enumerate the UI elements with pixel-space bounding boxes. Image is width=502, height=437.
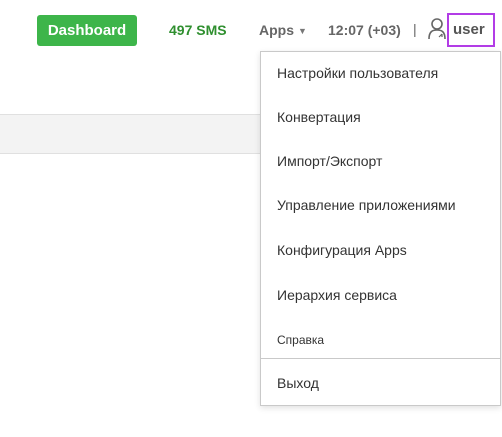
menu-item-import-export[interactable]: Импорт/Экспорт (261, 144, 500, 178)
menu-item-help[interactable]: Справка (261, 323, 500, 357)
apps-dropdown[interactable]: Apps ▼ (259, 22, 307, 38)
user-menu-button[interactable]: user (453, 21, 485, 38)
menu-item-user-settings[interactable]: Настройки пользователя (261, 56, 500, 90)
menu-item-apps-configuration[interactable]: Конфигурация Apps (261, 233, 500, 267)
clock: 12:07 (+03) (328, 22, 401, 38)
person-icon[interactable] (427, 17, 447, 41)
sms-balance: 497 SMS (169, 22, 227, 38)
content-strip (0, 114, 260, 154)
separator: | (413, 21, 417, 37)
menu-divider (261, 358, 500, 359)
menu-item-service-hierarchy[interactable]: Иерархия сервиса (261, 278, 500, 312)
user-dropdown-menu: Настройки пользователя Конвертация Импор… (260, 51, 501, 406)
menu-item-app-management[interactable]: Управление приложениями (261, 188, 500, 222)
apps-label: Apps (259, 22, 294, 38)
menu-item-conversion[interactable]: Конвертация (261, 100, 500, 134)
menu-item-logout[interactable]: Выход (261, 366, 500, 400)
dashboard-button[interactable]: Dashboard (37, 15, 137, 46)
caret-down-icon: ▼ (298, 26, 307, 36)
